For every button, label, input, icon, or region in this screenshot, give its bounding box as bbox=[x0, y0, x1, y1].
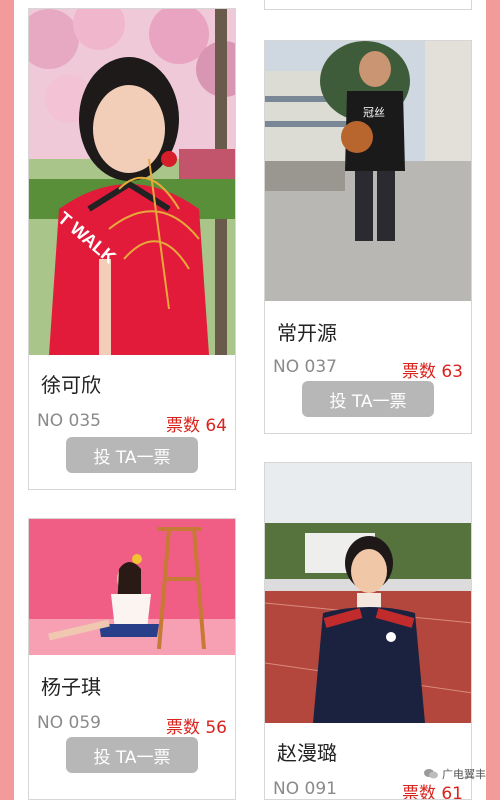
candidate-number: NO 091 bbox=[273, 779, 337, 799]
watermark: 广电翼丰 bbox=[424, 766, 486, 782]
candidate-number: NO 037 bbox=[273, 357, 337, 377]
candidate-photo bbox=[29, 519, 235, 655]
vote-button[interactable]: 投 TA一票 bbox=[302, 381, 434, 417]
shirt-text: 冠丝 bbox=[363, 106, 385, 119]
candidate-name: 徐可欣 bbox=[41, 373, 101, 397]
candidate-name: 杨子琪 bbox=[41, 675, 101, 699]
vote-button[interactable]: 投 TA一票 bbox=[66, 737, 198, 773]
watermark-text: 广电翼丰 bbox=[442, 768, 486, 781]
candidate-photo: 冠丝 bbox=[265, 41, 471, 301]
vote-button[interactable]: 投 TA一票 bbox=[66, 437, 198, 473]
candidate-number: NO 059 bbox=[37, 713, 101, 733]
candidate-photo: T WALK bbox=[29, 9, 235, 355]
candidate-photo bbox=[265, 463, 471, 723]
candidate-number: NO 035 bbox=[37, 411, 101, 431]
candidate-card-partial bbox=[264, 0, 472, 10]
vote-count: 票数 56 bbox=[165, 718, 227, 738]
vote-count: 票数 61 bbox=[401, 784, 463, 800]
vote-count: 票数 63 bbox=[401, 362, 463, 382]
candidate-name: 赵漫璐 bbox=[277, 741, 337, 765]
candidate-name: 常开源 bbox=[277, 321, 337, 345]
vote-count: 票数 64 bbox=[165, 416, 227, 436]
candidate-card: 赵漫璐 NO 091 票数 61 bbox=[264, 462, 472, 800]
candidate-card: 杨子琪 NO 059 票数 56 投 TA一票 bbox=[28, 518, 236, 800]
candidate-card: 冠丝 常开源 NO 037 票数 63 投 TA一票 bbox=[264, 40, 472, 434]
wechat-icon bbox=[424, 769, 438, 779]
candidate-card: T WALK 徐可欣 NO 035 票数 64 投 TA一票 bbox=[28, 8, 236, 490]
